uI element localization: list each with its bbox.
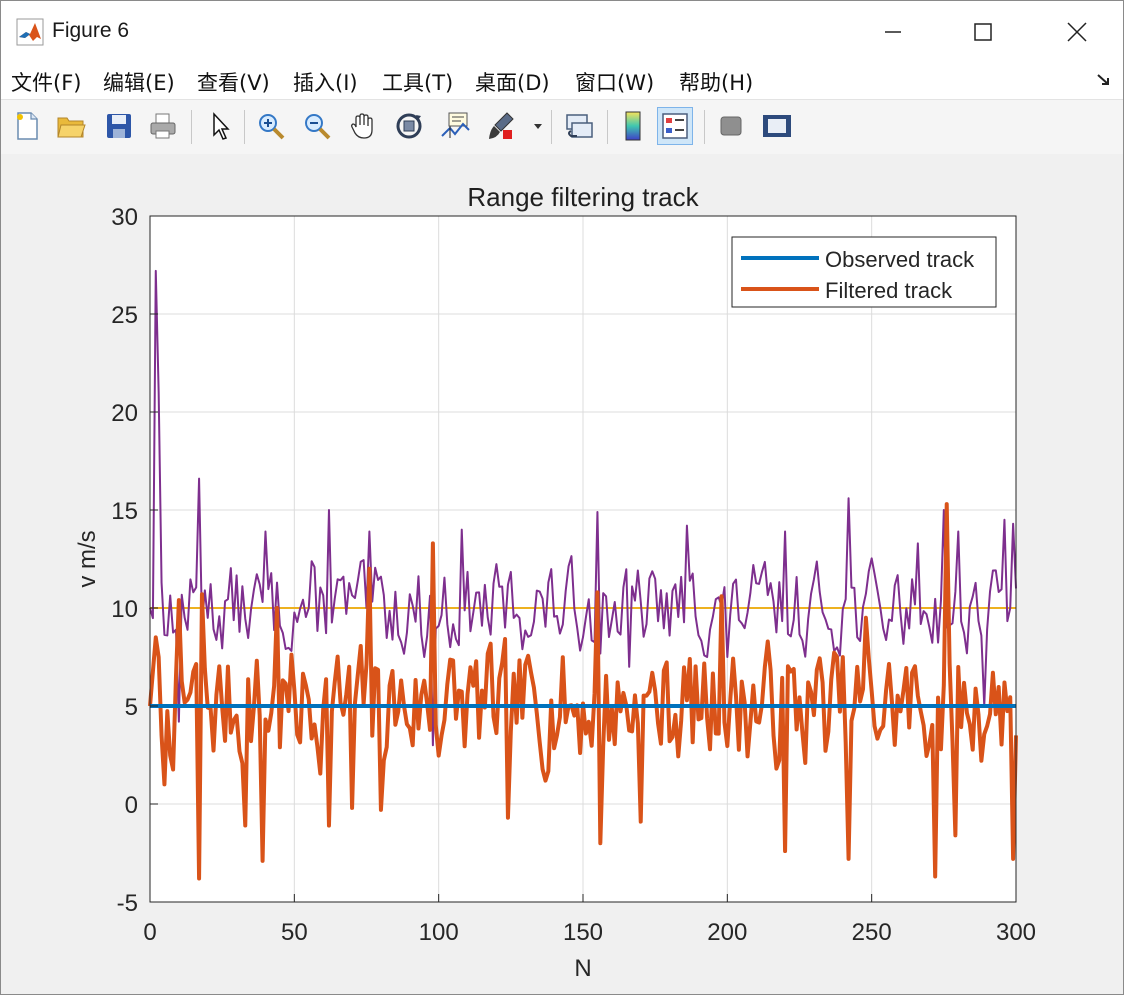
figure-toolbar: [1, 99, 1123, 155]
x-tick-label: 150: [563, 919, 603, 946]
toolbar-separator: [704, 110, 705, 144]
close-button[interactable]: [1031, 1, 1123, 63]
y-tick-label: 25: [111, 302, 138, 329]
x-tick-label: 250: [852, 919, 892, 946]
pan-button[interactable]: [345, 107, 381, 145]
zoom-in-button[interactable]: [253, 107, 289, 145]
data-cursor-icon: [441, 112, 470, 138]
select-arrow-button[interactable]: [201, 107, 237, 145]
x-tick-label: 100: [419, 919, 459, 946]
maximize-icon: [974, 23, 992, 41]
open-file-icon: [57, 117, 86, 138]
toolbar-separator: [191, 110, 192, 144]
toolbar-separator: [607, 110, 608, 144]
new-figure-icon: [17, 112, 38, 140]
menu-help[interactable]: 帮助(H): [679, 67, 753, 97]
legend-box[interactable]: Observed track Filtered track: [731, 236, 997, 308]
x-tick-label: 0: [143, 919, 156, 946]
rotate-3d-button[interactable]: [391, 107, 427, 145]
select-arrow-icon: [213, 112, 230, 140]
link-plot-icon: [566, 114, 593, 138]
dock-arrow-icon[interactable]: [1095, 71, 1113, 89]
print-icon: [150, 113, 176, 139]
rotate-3d-icon: [396, 113, 422, 139]
menu-view[interactable]: 查看(V): [197, 67, 270, 97]
hide-plot-tools-icon: [720, 116, 742, 136]
save-button[interactable]: [101, 107, 137, 145]
y-tick-label: -5: [117, 890, 138, 917]
menu-bar: 文件(F) 编辑(E) 查看(V) 插入(I) 工具(T) 桌面(D) 窗口(W…: [1, 63, 1123, 99]
y-tick-label: 20: [111, 400, 138, 427]
toolbar-separator: [551, 110, 552, 144]
x-tick-label: 300: [996, 919, 1036, 946]
menu-window[interactable]: 窗口(W): [575, 67, 654, 97]
menu-tools[interactable]: 工具(T): [382, 67, 453, 97]
zoom-out-button[interactable]: [299, 107, 335, 145]
pan-hand-icon: [351, 113, 373, 139]
print-button[interactable]: [145, 107, 181, 145]
window-title: Figure 6: [52, 19, 130, 42]
menu-file[interactable]: 文件(F): [11, 67, 81, 97]
y-tick-label: 10: [111, 596, 138, 623]
open-file-button[interactable]: [53, 107, 89, 145]
menu-edit[interactable]: 编辑(E): [103, 67, 175, 97]
plot-svg[interactable]: Range filtering track N v m/s Observed t…: [1, 154, 1123, 994]
title-bar[interactable]: Figure 6: [1, 1, 1123, 63]
menu-insert[interactable]: 插入(I): [293, 67, 358, 97]
colorbar-icon: [625, 111, 641, 141]
zoom-out-icon: [305, 114, 331, 140]
show-plot-tools-button[interactable]: [759, 107, 795, 145]
legend-button[interactable]: [657, 107, 693, 145]
figure-window: Figure 6 文件(F) 编辑(E) 查看(V) 插入(I) 工具(T) 桌…: [0, 0, 1124, 995]
menu-desktop[interactable]: 桌面(D): [475, 67, 550, 97]
figure-canvas: Range filtering track N v m/s Observed t…: [1, 154, 1123, 994]
x-axis-label: N: [574, 955, 591, 982]
y-tick-label: 5: [125, 694, 138, 721]
hide-plot-tools-button[interactable]: [713, 107, 749, 145]
brush-dropdown-arrow-icon[interactable]: [533, 123, 543, 131]
chart-title: Range filtering track: [467, 182, 699, 212]
minimize-button[interactable]: [847, 1, 939, 63]
matlab-logo-icon: [16, 18, 44, 46]
link-plot-button[interactable]: [561, 107, 597, 145]
legend-icon: [662, 113, 688, 139]
brush-button[interactable]: [483, 107, 519, 145]
y-tick-label: 0: [125, 792, 138, 819]
colorbar-button[interactable]: [615, 107, 651, 145]
new-figure-button[interactable]: [9, 107, 45, 145]
data-cursor-button[interactable]: [437, 107, 473, 145]
brush-icon: [489, 112, 514, 139]
legend-label-filtered: Filtered track: [825, 278, 953, 303]
legend-label-observed: Observed track: [825, 247, 975, 272]
minimize-icon: [885, 31, 901, 33]
maximize-button[interactable]: [937, 1, 1029, 63]
y-tick-label: 30: [111, 204, 138, 231]
close-icon: [1067, 22, 1087, 42]
y-axis-label: v m/s: [74, 530, 101, 587]
zoom-in-icon: [259, 114, 285, 140]
toolbar-separator: [244, 110, 245, 144]
save-icon: [107, 114, 131, 138]
show-plot-tools-icon: [763, 115, 791, 137]
x-tick-label: 50: [281, 919, 308, 946]
y-tick-label: 15: [111, 498, 138, 525]
x-tick-label: 200: [707, 919, 747, 946]
